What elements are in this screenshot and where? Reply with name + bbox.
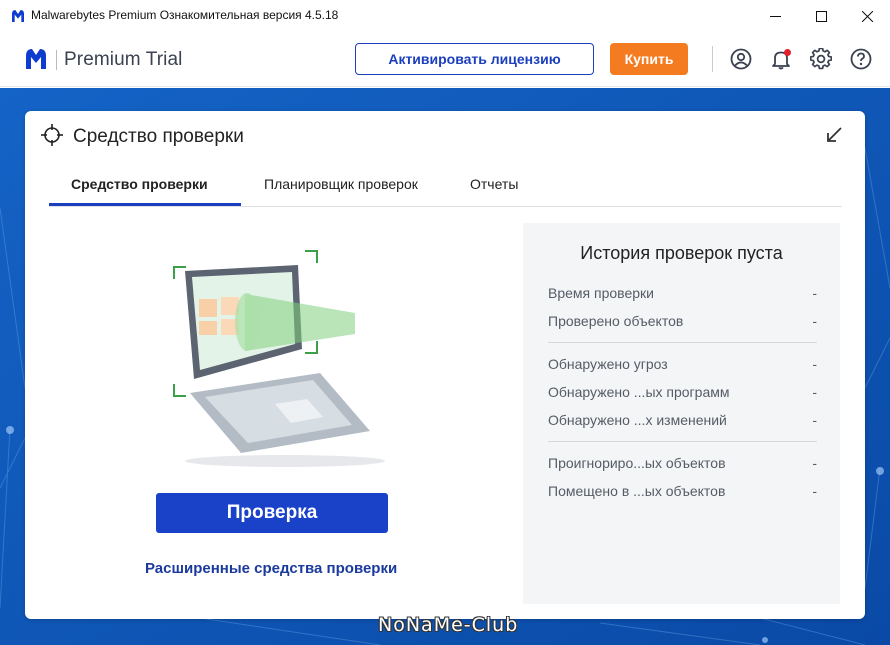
history-row-label: Проверено объектов bbox=[548, 313, 684, 329]
tab-reports[interactable]: Отчеты bbox=[470, 176, 518, 207]
active-tab-indicator bbox=[49, 203, 241, 206]
history-row: Обнаружено ...х изменений - bbox=[548, 412, 817, 428]
history-row-value: - bbox=[812, 455, 817, 471]
history-row-value: - bbox=[812, 313, 817, 329]
history-row-label: Время проверки bbox=[548, 285, 654, 301]
close-icon bbox=[861, 10, 873, 22]
history-row-label: Помещено в ...ых объектов bbox=[548, 483, 726, 499]
help-button[interactable] bbox=[849, 47, 873, 71]
history-row: Обнаружено угроз - bbox=[548, 356, 817, 372]
settings-button[interactable] bbox=[809, 47, 833, 71]
minimize-button[interactable] bbox=[752, 0, 798, 32]
history-row-label: Обнаружено ...ых программ bbox=[548, 384, 730, 400]
history-divider bbox=[548, 441, 817, 442]
close-button[interactable] bbox=[844, 0, 890, 32]
history-row: Проверено объектов - bbox=[548, 313, 817, 329]
maximize-icon bbox=[815, 10, 827, 22]
activate-license-button[interactable]: Активировать лицензию bbox=[355, 43, 594, 75]
brand-label: Premium Trial bbox=[64, 49, 183, 70]
history-row: Проигнориро...ых объектов - bbox=[548, 455, 817, 471]
laptop-scan-illustration bbox=[173, 250, 385, 467]
window-title: Malwarebytes Premium Ознакомительная вер… bbox=[31, 8, 339, 22]
notifications-icon bbox=[772, 49, 791, 70]
watermark-text: NoNaMe-Club bbox=[378, 614, 519, 636]
history-row-value: - bbox=[812, 412, 817, 428]
app-header: Premium Trial Активировать лицензию Купи… bbox=[0, 32, 890, 87]
brand-divider bbox=[56, 50, 57, 70]
tab-scan-scheduler[interactable]: Планировщик проверок bbox=[264, 176, 418, 207]
history-row-label: Проигнориро...ых объектов bbox=[548, 455, 726, 471]
account-icon bbox=[730, 48, 752, 70]
history-row: Обнаружено ...ых программ - bbox=[548, 384, 817, 400]
notifications-button[interactable] bbox=[769, 47, 793, 71]
help-icon bbox=[850, 48, 872, 70]
scanner-card: Средство проверки Средство проверки План… bbox=[25, 111, 865, 619]
buy-button[interactable]: Купить bbox=[610, 43, 688, 75]
history-row-value: - bbox=[812, 356, 817, 372]
history-row-value: - bbox=[812, 483, 817, 499]
account-button[interactable] bbox=[729, 47, 753, 71]
collapse-arrow-icon[interactable] bbox=[825, 126, 843, 144]
title-bar: Malwarebytes Premium Ознакомительная вер… bbox=[0, 0, 890, 32]
history-title: История проверок пуста bbox=[580, 243, 783, 263]
history-row-label: Обнаружено ...х изменений bbox=[548, 412, 727, 428]
history-row-value: - bbox=[812, 384, 817, 400]
scan-button[interactable]: Проверка bbox=[156, 493, 388, 533]
crosshair-icon bbox=[41, 124, 63, 146]
history-row-label: Обнаружено угроз bbox=[548, 356, 668, 372]
scanner-tabs: Средство проверки Планировщик проверок О… bbox=[49, 166, 842, 207]
minimize-icon bbox=[769, 15, 781, 17]
settings-icon bbox=[810, 48, 832, 70]
advanced-scanners-link[interactable]: Расширенные средства проверки bbox=[145, 560, 397, 577]
card-title: Средство проверки bbox=[73, 126, 244, 147]
history-row: Время проверки - bbox=[548, 285, 817, 301]
history-row: Помещено в ...ых объектов - bbox=[548, 483, 817, 499]
history-divider bbox=[548, 342, 817, 343]
maximize-button[interactable] bbox=[798, 0, 844, 32]
malwarebytes-logo-icon bbox=[26, 49, 46, 69]
malwarebytes-logo-icon bbox=[12, 10, 24, 22]
header-divider bbox=[712, 46, 713, 72]
history-row-value: - bbox=[812, 285, 817, 301]
scan-history-panel: История проверок пуста Время проверки - … bbox=[523, 223, 840, 604]
